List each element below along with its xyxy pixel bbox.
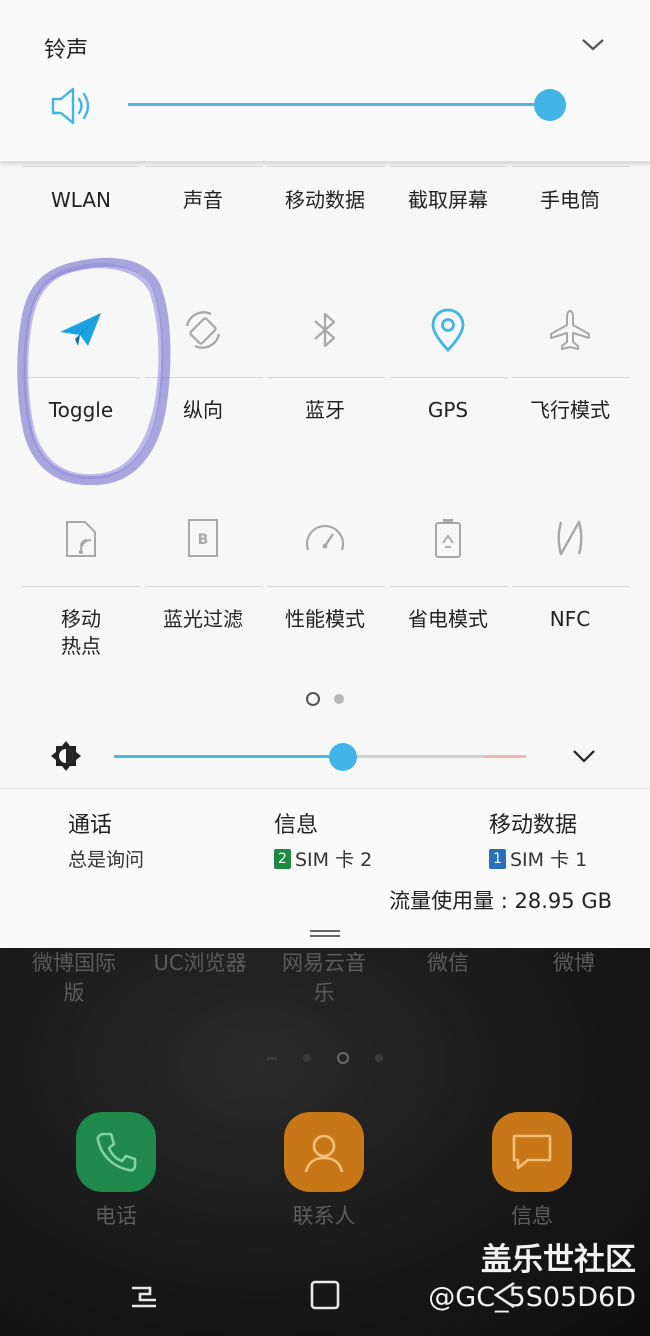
tile-power-saving[interactable] (387, 508, 509, 568)
brightness-track-warning (484, 755, 526, 758)
sim-settings-card: 通话 总是询问 信息 2 SIM 卡 2 移动数据 1 SIM 卡 1 流量使用… (0, 788, 650, 948)
tile-toggle[interactable] (20, 300, 142, 360)
dock-app-contacts[interactable] (284, 1112, 364, 1192)
hotspot-icon (66, 521, 96, 557)
tile-blue-light-filter[interactable]: B (142, 508, 264, 568)
blue-light-filter-icon: B (188, 519, 218, 557)
tile-label-performance-mode[interactable]: 性能模式 (264, 606, 386, 633)
app-netease-music[interactable]: 网易云音 乐 (264, 948, 384, 1008)
tile-gps[interactable] (387, 300, 509, 360)
tile-label-rotation[interactable]: 纵向 (142, 397, 264, 424)
tile-label-power-saving[interactable]: 省电模式 (387, 606, 509, 633)
quick-settings-panel: WLAN 声音 移动数据 截取屏幕 手电筒 Toggle 纵向 蓝牙 GPS 飞… (0, 162, 650, 788)
home-page-indicator (0, 1052, 650, 1064)
brightness-icon[interactable] (50, 740, 82, 772)
airplane-icon (550, 310, 590, 350)
contact-icon (304, 1134, 344, 1173)
dock-label-contacts: 联系人 (292, 1204, 356, 1228)
tile-label-mobile-hotspot[interactable]: 移动 热点 (20, 606, 142, 660)
tile-label-wlan[interactable]: WLAN (20, 187, 142, 214)
sim-2-badge: 2 (274, 848, 291, 869)
app-wechat[interactable]: 微信 (388, 948, 508, 978)
nfc-icon (557, 520, 583, 556)
dock-app-phone[interactable] (76, 1112, 156, 1192)
tile-rotation[interactable] (142, 300, 264, 360)
ringtone-volume-track[interactable] (128, 103, 548, 106)
page-dot-current[interactable] (306, 692, 320, 706)
tile-label-screenshot[interactable]: 截取屏幕 (387, 187, 509, 214)
rotate-icon (185, 311, 221, 349)
app-uc-browser[interactable]: UC浏览器 (138, 948, 262, 978)
app-weibo-international[interactable]: 微博国际 版 (14, 948, 134, 1008)
paper-plane-icon (60, 313, 101, 346)
ringtone-panel: 铃声 (0, 0, 650, 162)
tile-label-toggle[interactable]: Toggle (20, 397, 142, 424)
svg-text:B: B (198, 532, 209, 548)
dock-app-messages[interactable] (492, 1112, 572, 1192)
brightness-track-fill[interactable] (114, 755, 343, 758)
sim-mobile-data-setting[interactable]: 移动数据 1 SIM 卡 1 (489, 807, 587, 872)
sim-1-badge: 1 (489, 848, 506, 869)
watermark-handle: @GC_5S05D6D (428, 1282, 636, 1313)
phone-icon (96, 1132, 137, 1172)
message-icon (512, 1134, 552, 1170)
tile-performance-mode[interactable] (264, 508, 386, 568)
watermark-brand: 盖乐世社区 (481, 1242, 636, 1278)
speaker-icon[interactable] (50, 84, 96, 128)
speedometer-icon (305, 524, 345, 551)
tile-label-blue-light-filter[interactable]: 蓝光过滤 (142, 606, 264, 633)
dock-label-phone: 电话 (95, 1204, 137, 1228)
tile-bluetooth[interactable] (264, 300, 386, 360)
sim-messages-setting[interactable]: 信息 2 SIM 卡 2 (274, 807, 372, 872)
tile-nfc[interactable] (509, 508, 631, 568)
recent-apps-icon[interactable] (128, 1278, 162, 1312)
sim-call-setting[interactable]: 通话 总是询问 (68, 807, 144, 872)
tile-airplane-mode[interactable] (509, 300, 631, 360)
location-pin-icon (431, 308, 465, 352)
drag-handle[interactable] (310, 930, 340, 932)
tile-label-gps[interactable]: GPS (387, 397, 509, 424)
home-screen: 微博国际 版 UC浏览器 网易云音 乐 微信 微博 电话 联系人 信息 盖乐世社… (0, 948, 650, 1336)
tile-label-nfc[interactable]: NFC (509, 606, 631, 633)
dock-label-messages: 信息 (511, 1204, 553, 1228)
tile-label-mobile-data[interactable]: 移动数据 (264, 187, 386, 214)
ringtone-title: 铃声 (44, 38, 89, 63)
chevron-down-icon[interactable] (580, 32, 606, 58)
app-weibo[interactable]: 微博 (514, 948, 634, 978)
brightness-thumb[interactable] (329, 743, 357, 771)
tile-label-bluetooth[interactable]: 蓝牙 (264, 397, 386, 424)
bluetooth-icon (314, 312, 336, 348)
tile-label-flashlight[interactable]: 手电筒 (509, 187, 631, 214)
data-usage-text: 流量使用量 : 28.95 GB (389, 889, 612, 913)
highlight-scribble (17, 257, 171, 486)
tile-mobile-hotspot[interactable] (20, 508, 142, 568)
chevron-down-icon[interactable] (570, 742, 598, 770)
brightness-track-rest[interactable] (343, 755, 484, 758)
tile-label-sound[interactable]: 声音 (142, 187, 264, 214)
page-indicator (0, 692, 650, 706)
power-saving-icon (435, 519, 461, 558)
tile-label-airplane-mode[interactable]: 飞行模式 (509, 397, 631, 424)
home-button-icon[interactable] (308, 1278, 342, 1312)
back-icon[interactable] (488, 1278, 522, 1312)
page-dot[interactable] (334, 694, 344, 704)
ringtone-volume-thumb[interactable] (534, 89, 566, 121)
